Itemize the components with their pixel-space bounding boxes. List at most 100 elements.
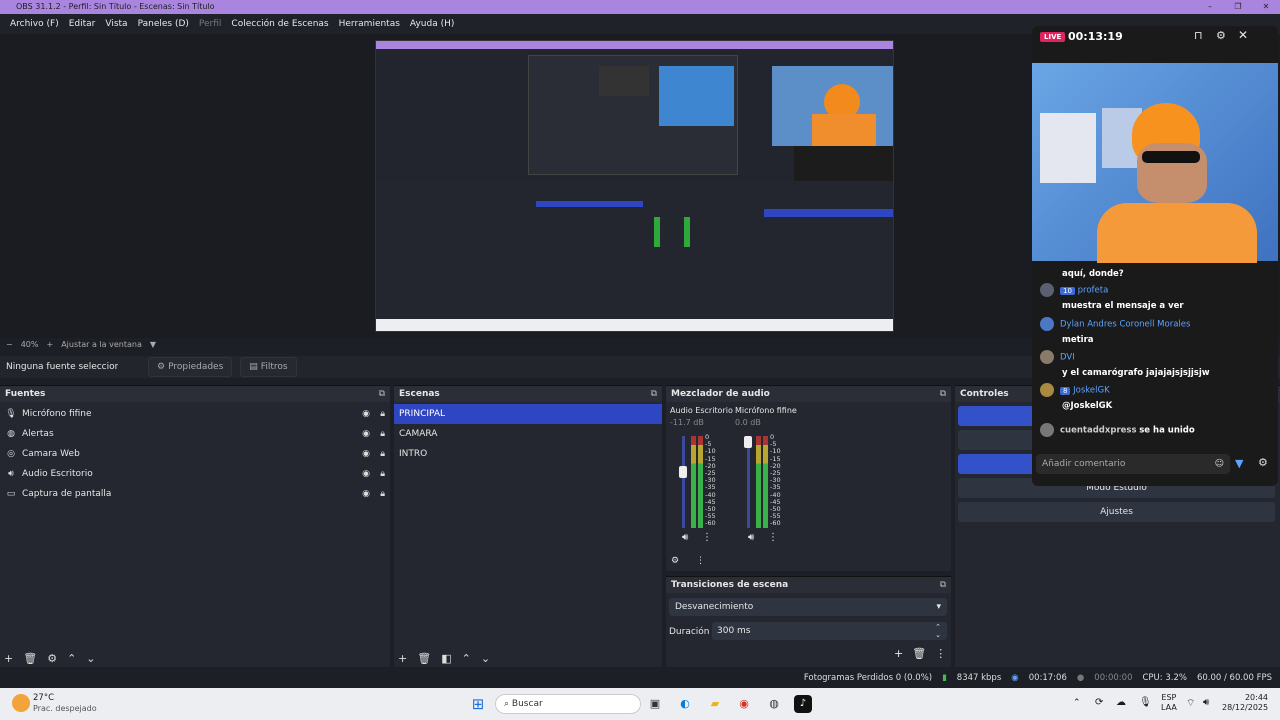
chevron-down-icon[interactable]: ▼: [150, 340, 156, 349]
stepper-icon[interactable]: ⌃ ⌄: [935, 623, 941, 639]
menu-vista[interactable]: Vista: [100, 19, 132, 29]
transition-select[interactable]: Desvanecimiento ▾: [669, 598, 947, 616]
more-options-icon[interactable]: ⋮: [935, 647, 946, 660]
eye-icon[interactable]: ◉: [362, 464, 370, 484]
add-icon[interactable]: +: [4, 652, 13, 665]
advanced-audio-icon[interactable]: ⚙: [671, 556, 679, 566]
chat-user[interactable]: DVI: [1060, 353, 1075, 363]
source-item[interactable]: ◎ Camara Web ◉ 🔒︎: [0, 444, 390, 464]
close-window-button[interactable]: ✕: [1252, 0, 1280, 14]
trash-icon[interactable]: 🗑︎: [417, 652, 431, 665]
weather-desc[interactable]: Prac. despejado: [33, 704, 97, 713]
arrow-up-icon[interactable]: ⌃: [67, 652, 76, 665]
microphone-icon[interactable]: 🎙︎: [1139, 697, 1152, 708]
filter-icon[interactable]: ◧: [441, 652, 451, 665]
maximize-button[interactable]: ❐: [1224, 0, 1252, 14]
minimize-button[interactable]: –: [1196, 0, 1224, 14]
arrow-down-icon[interactable]: ⌄: [86, 652, 95, 665]
close-icon[interactable]: ✕: [1238, 28, 1248, 42]
more-options-icon[interactable]: ⋮: [768, 532, 778, 543]
menu-ayuda[interactable]: Ayuda (H): [405, 19, 459, 29]
zoom-out-button[interactable]: −: [6, 340, 13, 349]
start-icon[interactable]: ⊞: [469, 695, 487, 713]
cloud-icon[interactable]: ☁: [1116, 697, 1126, 708]
gear-icon[interactable]: ⚙: [1258, 456, 1268, 469]
eye-icon[interactable]: ◉: [362, 484, 370, 504]
menu-archivo[interactable]: Archivo (F): [5, 19, 64, 29]
sync-icon[interactable]: ⟳: [1095, 697, 1103, 708]
search-box[interactable]: ⌕ Buscar: [495, 694, 641, 714]
source-item[interactable]: 🎙︎ Micrófono fifine ◉ 🔒︎: [0, 404, 390, 424]
settings-button[interactable]: Ajustes: [958, 502, 1275, 522]
menu-editar[interactable]: Editar: [64, 19, 101, 29]
source-item[interactable]: 🔊︎ Audio Escritorio ◉ 🔒︎: [0, 464, 390, 484]
more-options-icon[interactable]: ⋮: [696, 556, 705, 566]
float-dock-icon[interactable]: ⧉: [379, 386, 385, 402]
chrome-icon[interactable]: ◉: [735, 695, 753, 713]
scene-item-camara[interactable]: CAMARA: [394, 424, 662, 444]
preview-nested-meter1: [654, 217, 660, 247]
scene-item-intro[interactable]: INTRO: [394, 444, 662, 464]
db-tick: -60: [770, 519, 781, 528]
chat-user[interactable]: JoskelGK: [1073, 386, 1110, 396]
volume-handle-desktop[interactable]: [679, 466, 687, 478]
lock-icon[interactable]: 🔒︎: [380, 444, 385, 464]
gear-icon[interactable]: ⚙: [47, 652, 57, 665]
clock[interactable]: 20:44 28/12/2025: [1222, 693, 1268, 713]
scene-item-principal[interactable]: PRINCIPAL: [394, 404, 662, 424]
fit-window-button[interactable]: Ajustar a la ventana: [61, 340, 142, 349]
menu-paneles[interactable]: Paneles (D): [133, 19, 194, 29]
menu-coleccion-escenas[interactable]: Colección de Escenas: [226, 19, 333, 29]
float-dock-icon[interactable]: ⧉: [940, 386, 946, 402]
source-item[interactable]: ▭ Captura de pantalla ◉ 🔒︎: [0, 484, 390, 504]
filters-button[interactable]: ▤ Filtros: [240, 357, 297, 377]
weather-temp[interactable]: 27°C: [33, 693, 54, 703]
arrow-up-icon[interactable]: ⌃: [462, 652, 471, 665]
weather-icon[interactable]: [12, 694, 30, 712]
eye-icon[interactable]: ◉: [362, 444, 370, 464]
folder-icon[interactable]: ▰: [706, 695, 724, 713]
tiktok-icon[interactable]: ♪: [794, 695, 812, 713]
chevron-up-icon[interactable]: ⌃: [1073, 698, 1081, 708]
menu-herramientas[interactable]: Herramientas: [334, 19, 405, 29]
properties-button[interactable]: ⚙ Propiedades: [148, 357, 233, 377]
speaker-icon[interactable]: 🔊︎: [748, 532, 754, 543]
filter-icon[interactable]: ▼: [1235, 457, 1243, 470]
source-item[interactable]: ◍ Alertas ◉ 🔒︎: [0, 424, 390, 444]
float-dock-icon[interactable]: ⧉: [940, 577, 946, 593]
settings-icon[interactable]: ⚙: [1216, 29, 1226, 42]
zoom-in-button[interactable]: +: [46, 340, 53, 349]
lock-icon[interactable]: 🔒︎: [380, 424, 385, 444]
volume-icon[interactable]: 🔊︎: [1203, 697, 1209, 708]
language-indicator[interactable]: ESP LAA: [1161, 693, 1177, 713]
float-dock-icon[interactable]: ⧉: [651, 386, 657, 402]
comment-input[interactable]: Añadir comentario ☺: [1036, 454, 1230, 474]
volume-slider-mic[interactable]: [747, 436, 750, 528]
emoji-icon[interactable]: ☺: [1215, 454, 1224, 474]
lock-icon[interactable]: 🔒︎: [380, 464, 385, 484]
more-options-icon[interactable]: ⋮: [702, 532, 712, 543]
eye-icon[interactable]: ◉: [362, 424, 370, 444]
eye-icon[interactable]: ◉: [362, 404, 370, 424]
chat-user[interactable]: cuentaddxpress: [1060, 426, 1137, 436]
edge-icon[interactable]: ◐: [676, 695, 694, 713]
obs-icon[interactable]: ◍: [765, 695, 783, 713]
volume-slider-desktop[interactable]: [682, 436, 685, 528]
lock-icon[interactable]: ⊓: [1194, 29, 1203, 42]
program-preview[interactable]: [375, 40, 894, 332]
chat-user[interactable]: Dylan Andres Coronell Morales: [1060, 320, 1190, 330]
lock-icon[interactable]: 🔒︎: [380, 484, 385, 504]
duration-input[interactable]: 300 ms ⌃ ⌄: [712, 622, 947, 640]
speaker-icon[interactable]: 🔊︎: [682, 532, 688, 543]
menu-perfil[interactable]: Perfil: [194, 19, 227, 29]
trash-icon[interactable]: 🗑︎: [23, 652, 37, 665]
network-icon[interactable]: ⌔: [1186, 697, 1195, 710]
add-icon[interactable]: +: [398, 652, 407, 665]
lock-icon[interactable]: 🔒︎: [380, 404, 385, 424]
task-view-icon[interactable]: ▣: [646, 695, 664, 713]
volume-handle-mic[interactable]: [744, 436, 752, 448]
add-icon[interactable]: +: [894, 647, 903, 660]
chat-user[interactable]: profeta: [1078, 286, 1109, 296]
arrow-down-icon[interactable]: ⌄: [481, 652, 490, 665]
trash-icon[interactable]: 🗑︎: [912, 647, 926, 660]
